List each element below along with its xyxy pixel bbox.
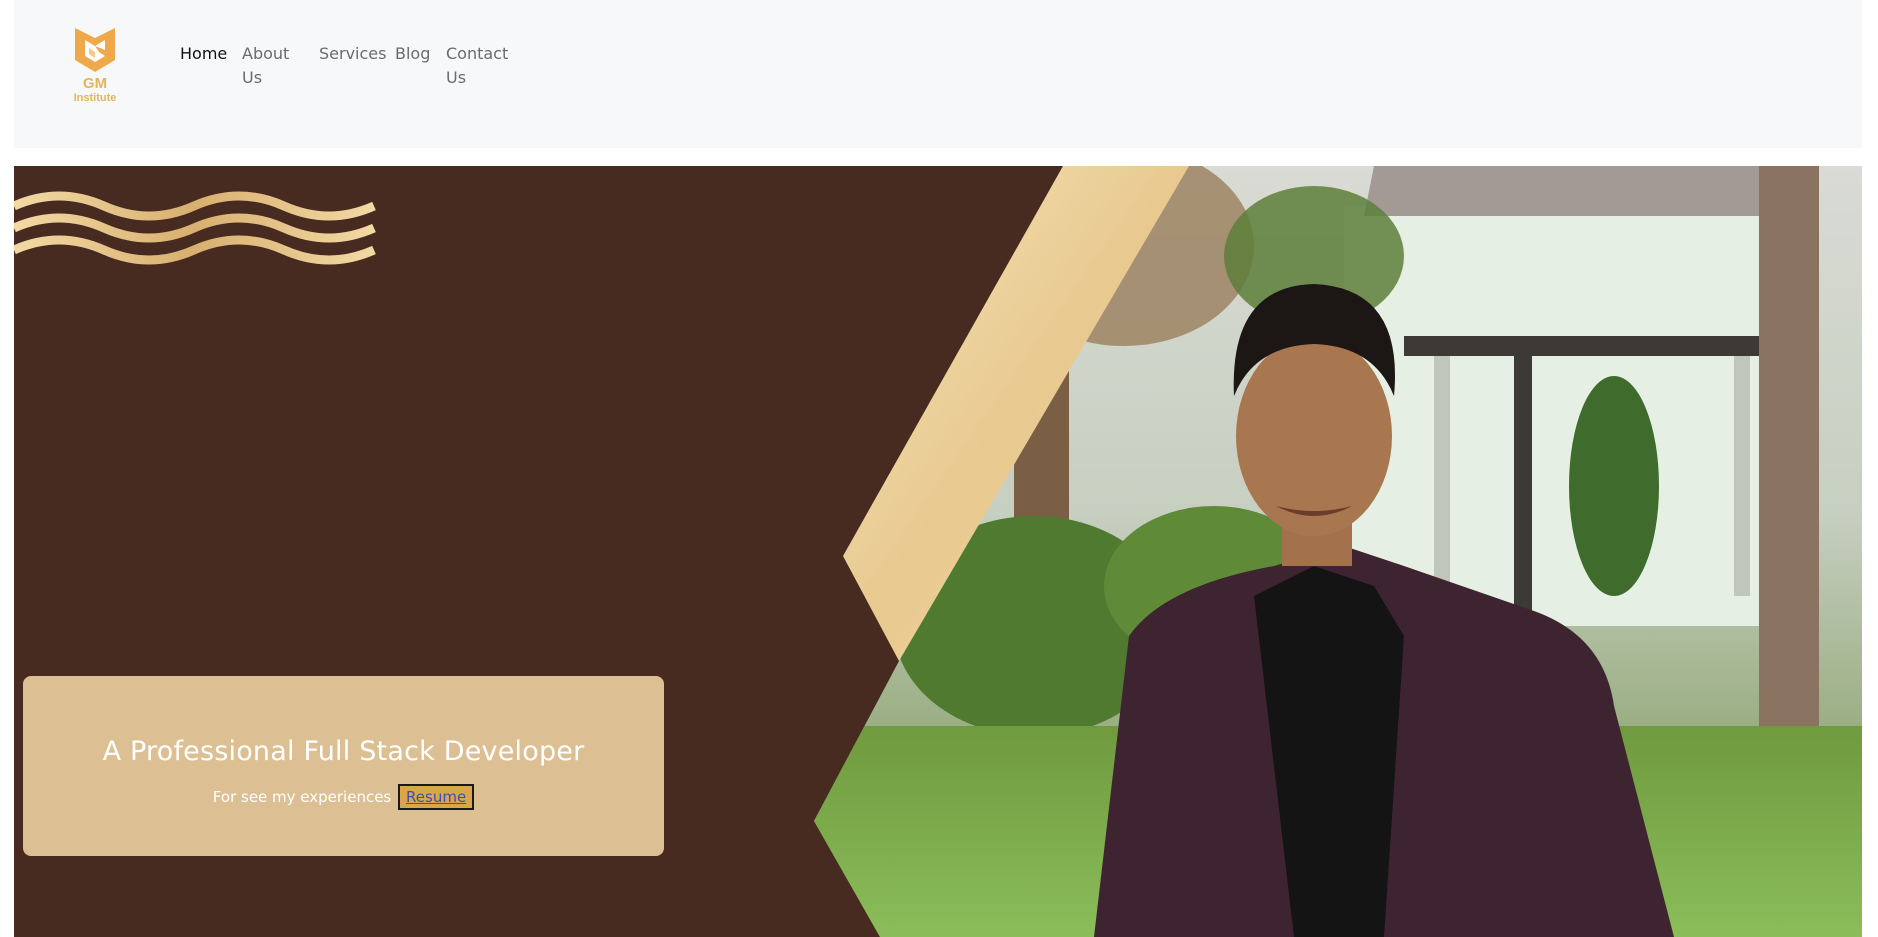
- nav-item-about-us[interactable]: About Us: [242, 42, 300, 90]
- nav-item-services[interactable]: Services: [319, 42, 389, 66]
- nav-item-blog[interactable]: Blog: [395, 42, 435, 66]
- brand-name: GM: [82, 75, 108, 92]
- nav-item-contact-us[interactable]: Contact Us: [446, 42, 512, 90]
- hero-subtext: For see my experiences: [212, 788, 392, 806]
- hero-title: A Professional Full Stack Developer: [102, 736, 585, 767]
- hero-section: A Professional Full Stack Developer For …: [14, 166, 1862, 937]
- brand-logo[interactable]: GM Institute: [60, 24, 130, 116]
- gm-hexagon-logo-icon: [75, 28, 115, 72]
- brand-subtitle: Institute: [73, 92, 117, 104]
- navbar: GM Institute Home About Us Services Blog…: [14, 0, 1862, 148]
- nav-item-home[interactable]: Home: [180, 42, 240, 66]
- intro-card: A Professional Full Stack Developer For …: [23, 676, 664, 856]
- wave-decoration: [14, 191, 376, 265]
- hero-subtext-row: For see my experiences Resume: [23, 784, 664, 810]
- resume-button[interactable]: Resume: [398, 784, 475, 810]
